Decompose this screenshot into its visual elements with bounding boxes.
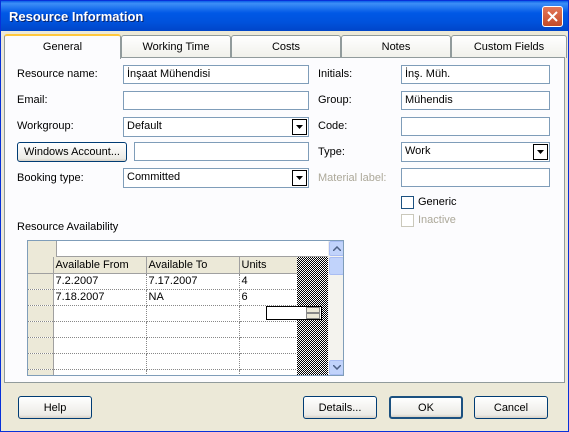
ok-button[interactable]: OK bbox=[389, 396, 463, 419]
initials-label: Initials: bbox=[318, 68, 353, 80]
booking-type-select[interactable]: Committed bbox=[123, 168, 309, 188]
code-field[interactable] bbox=[401, 117, 550, 136]
initials-field[interactable]: İnş. Müh. bbox=[401, 65, 550, 84]
workgroup-label: Workgroup: bbox=[17, 120, 74, 132]
resource-name-label: Resource name: bbox=[17, 68, 98, 80]
generic-label: Generic bbox=[418, 196, 457, 208]
chevron-down-icon[interactable] bbox=[292, 119, 307, 135]
tab-notes[interactable]: Notes bbox=[341, 35, 451, 58]
row-header-cell[interactable] bbox=[28, 289, 54, 306]
resource-name-field[interactable]: İnşaat Mühendisi bbox=[123, 65, 309, 84]
material-label-label: Material label: bbox=[318, 172, 387, 184]
material-label-field[interactable] bbox=[401, 168, 550, 187]
availability-grid[interactable]: Available From Available To Units 7.2.20… bbox=[27, 240, 344, 376]
row-header-cell[interactable] bbox=[28, 321, 54, 338]
windows-account-button[interactable]: Windows Account... bbox=[17, 142, 127, 162]
table-cell[interactable] bbox=[53, 305, 147, 322]
table-cell[interactable] bbox=[53, 369, 147, 375]
table-cell[interactable]: 7.2.2007 bbox=[53, 273, 147, 290]
scroll-down-button[interactable] bbox=[329, 360, 343, 375]
availability-table: Available From Available To Units 7.2.20… bbox=[28, 257, 298, 375]
workgroup-value: Default bbox=[127, 120, 162, 132]
title-bar: Resource Information bbox=[1, 1, 568, 31]
tab-general[interactable]: General bbox=[4, 34, 121, 59]
table-cell[interactable] bbox=[239, 337, 298, 354]
email-field[interactable] bbox=[123, 91, 309, 110]
table-cell[interactable] bbox=[53, 337, 147, 354]
email-label: Email: bbox=[17, 94, 48, 106]
table-header-row: Available From Available To Units bbox=[28, 257, 298, 274]
dialog-title: Resource Information bbox=[9, 9, 144, 24]
grid-corner bbox=[28, 241, 57, 257]
windows-account-field[interactable] bbox=[134, 142, 309, 161]
row-header-cell[interactable] bbox=[28, 353, 54, 370]
column-header-available-from[interactable]: Available From bbox=[53, 257, 147, 274]
table-row: 7.2.2007 7.17.2007 4 bbox=[28, 273, 298, 290]
units-spinner[interactable] bbox=[266, 306, 322, 320]
booking-type-value: Committed bbox=[127, 171, 181, 183]
help-button[interactable]: Help bbox=[18, 396, 92, 419]
tab-working-time[interactable]: Working Time bbox=[121, 35, 231, 58]
row-header-cell[interactable] bbox=[28, 337, 54, 354]
table-cell[interactable]: 6 bbox=[239, 289, 298, 306]
tab-strip: General Working Time Costs Notes Custom … bbox=[4, 34, 567, 59]
type-label: Type: bbox=[318, 146, 345, 158]
inactive-checkbox[interactable] bbox=[401, 214, 414, 227]
row-header-cell[interactable] bbox=[28, 369, 54, 375]
scroll-thumb[interactable] bbox=[329, 257, 343, 275]
column-header-available-to[interactable]: Available To bbox=[146, 257, 240, 274]
grid-edit-bar[interactable] bbox=[28, 241, 330, 257]
table-cell[interactable]: 7.18.2007 bbox=[53, 289, 147, 306]
table-cell[interactable] bbox=[146, 321, 240, 338]
booking-type-label: Booking type: bbox=[17, 172, 84, 184]
table-cell[interactable] bbox=[146, 337, 240, 354]
chevron-up-icon bbox=[332, 246, 341, 251]
scroll-up-button[interactable] bbox=[329, 241, 343, 256]
table-cell[interactable] bbox=[239, 369, 298, 375]
table-row bbox=[28, 337, 298, 354]
table-row bbox=[28, 321, 298, 338]
table-cell[interactable] bbox=[146, 369, 240, 375]
resource-information-dialog: Resource Information General Working Tim… bbox=[0, 0, 569, 432]
table-cell[interactable] bbox=[146, 353, 240, 370]
close-icon bbox=[547, 11, 558, 22]
chevron-down-icon bbox=[332, 365, 341, 370]
resource-availability-label: Resource Availability bbox=[17, 221, 119, 233]
group-label: Group: bbox=[318, 94, 352, 106]
chevron-down-icon[interactable] bbox=[533, 144, 548, 160]
spin-down-icon[interactable] bbox=[306, 313, 320, 319]
row-header-cell[interactable] bbox=[28, 305, 54, 322]
grid-vertical-scrollbar[interactable] bbox=[328, 241, 343, 375]
type-value: Work bbox=[405, 145, 431, 157]
cancel-button[interactable]: Cancel bbox=[474, 396, 548, 419]
table-row bbox=[28, 353, 298, 370]
table-cell[interactable] bbox=[146, 305, 240, 322]
table-cell[interactable] bbox=[53, 321, 147, 338]
table-cell[interactable]: NA bbox=[146, 289, 240, 306]
type-select[interactable]: Work bbox=[401, 142, 550, 162]
details-button[interactable]: Details... bbox=[303, 396, 377, 419]
table-row: 7.18.2007 NA 6 bbox=[28, 289, 298, 306]
row-header-cell bbox=[28, 257, 54, 274]
row-header-cell[interactable] bbox=[28, 273, 54, 290]
code-label: Code: bbox=[318, 120, 348, 132]
generic-checkbox[interactable] bbox=[401, 196, 414, 209]
table-cell[interactable] bbox=[239, 321, 298, 338]
chevron-down-icon[interactable] bbox=[292, 170, 307, 186]
group-field[interactable]: Mühendis bbox=[401, 91, 550, 110]
table-cell[interactable]: 7.17.2007 bbox=[146, 273, 240, 290]
table-row bbox=[28, 305, 298, 322]
table-row bbox=[28, 369, 298, 375]
table-cell[interactable] bbox=[239, 353, 298, 370]
tab-costs[interactable]: Costs bbox=[231, 35, 341, 58]
close-button[interactable] bbox=[542, 6, 563, 27]
table-cell[interactable]: 4 bbox=[239, 273, 298, 290]
workgroup-select[interactable]: Default bbox=[123, 117, 309, 137]
column-header-units[interactable]: Units bbox=[239, 257, 298, 274]
tab-custom-fields[interactable]: Custom Fields bbox=[451, 35, 567, 58]
inactive-label: Inactive bbox=[418, 214, 456, 226]
table-cell[interactable] bbox=[53, 353, 147, 370]
